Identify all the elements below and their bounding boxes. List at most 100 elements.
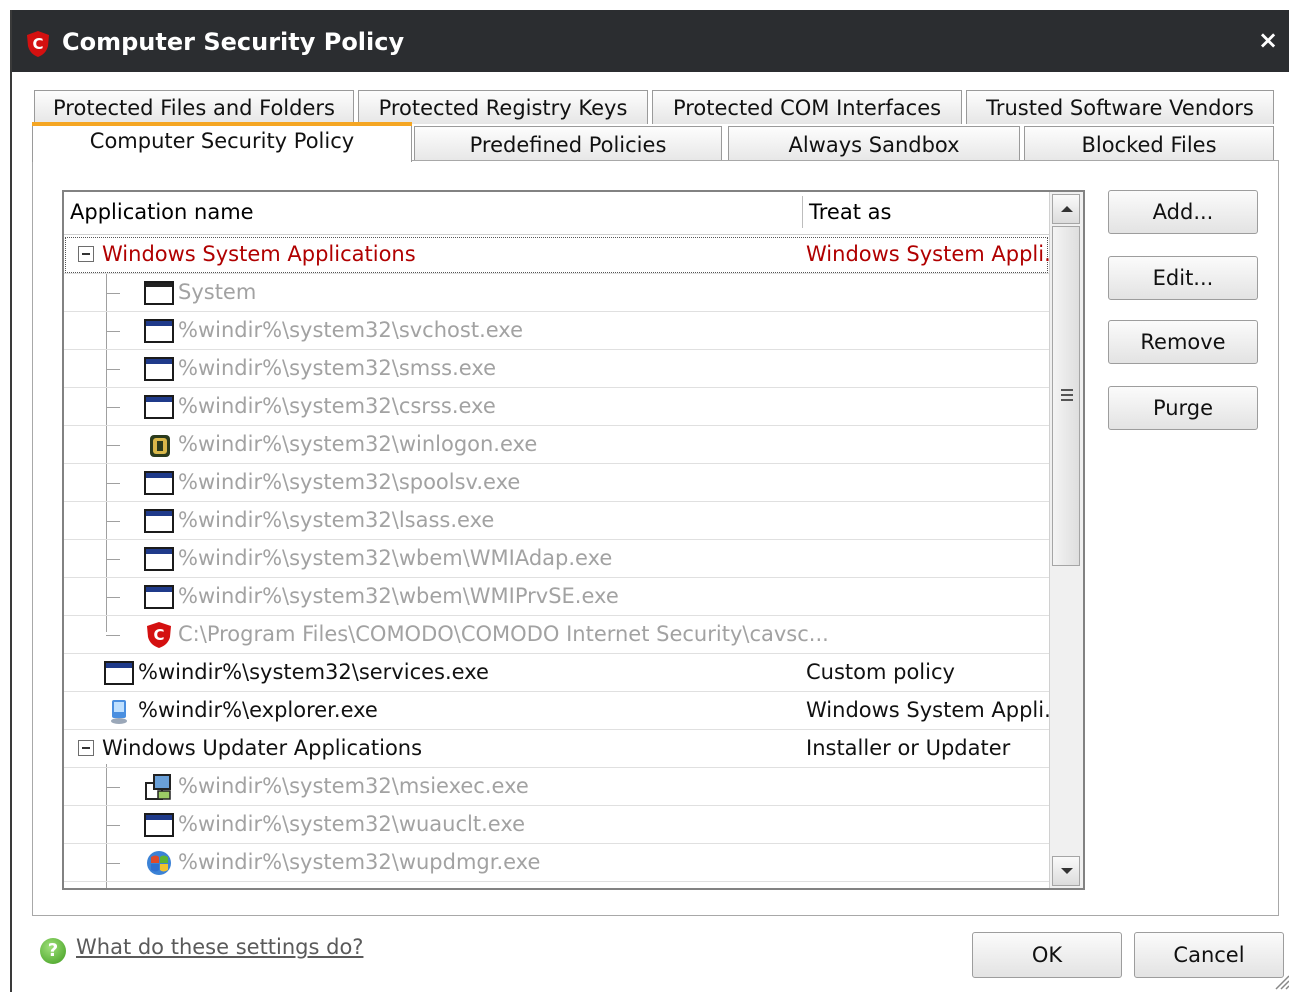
grip-icon <box>1061 394 1073 396</box>
row-treat-as: Custom policy <box>806 660 955 684</box>
row-name: %windir%\system32\csrss.exe <box>178 394 496 418</box>
arrow-up-icon <box>1061 206 1073 212</box>
tree-line <box>106 635 120 636</box>
explorer-icon <box>111 700 127 724</box>
table-row[interactable]: %windir%\system32\wupdmgr.exe <box>64 844 1049 882</box>
table-row-group-windows-updater[interactable]: Windows Updater Applications Installer o… <box>64 730 1049 768</box>
tree-line <box>106 369 120 370</box>
row-name: %windir%\system32\smss.exe <box>178 356 497 380</box>
table-row[interactable]: %windir%\system32\wbem\WMIAdap.exe <box>64 540 1049 578</box>
tree-line <box>106 293 120 294</box>
tab-trusted-software-vendors[interactable]: Trusted Software Vendors <box>966 90 1274 124</box>
cancel-button[interactable]: Cancel <box>1134 932 1284 978</box>
collapse-toggle-icon[interactable] <box>78 740 94 756</box>
row-name: %windir%\system32\lsass.exe <box>178 508 495 532</box>
tree-line <box>106 521 120 522</box>
column-separator[interactable] <box>802 196 803 228</box>
close-button[interactable]: × <box>1258 26 1278 54</box>
table-row[interactable]: %windir%\system32\lsass.exe <box>64 502 1049 540</box>
grip-icon <box>1061 399 1073 401</box>
row-treat-as: Windows System Appli... <box>806 698 1065 722</box>
tab-computer-security-policy[interactable]: Computer Security Policy <box>32 122 412 162</box>
row-name: Windows System Applications <box>102 242 416 266</box>
tab-protected-com-interfaces[interactable]: Protected COM Interfaces <box>652 90 962 124</box>
row-name: %windir%\explorer.exe <box>138 698 378 722</box>
table-row[interactable]: %windir%\system32\smss.exe <box>64 350 1049 388</box>
vertical-scrollbar[interactable] <box>1049 192 1083 888</box>
row-name: C:\Program Files\COMODO\COMODO Internet … <box>178 622 829 646</box>
row-name: %windir%\system32\services.exe <box>138 660 489 684</box>
collapse-toggle-icon[interactable] <box>78 246 94 262</box>
resize-grip-icon[interactable] <box>1272 972 1289 990</box>
app-window-icon <box>144 509 174 533</box>
tab-protected-files-and-folders[interactable]: Protected Files and Folders <box>34 90 354 124</box>
table-row[interactable]: %windir%\system32\wuauclt.exe <box>64 806 1049 844</box>
security-policy-dialog: C Computer Security Policy × Protected F… <box>10 10 1289 992</box>
purge-button[interactable]: Purge <box>1108 386 1258 430</box>
tree-line <box>106 559 120 560</box>
table-row[interactable]: %windir%\system32\services.exe Custom po… <box>64 654 1049 692</box>
column-application-name[interactable]: Application name <box>70 200 254 224</box>
comodo-logo-icon: C <box>27 31 49 57</box>
table-row[interactable]: %windir%\system32\wbem\WMIPrvSE.exe <box>64 578 1049 616</box>
edit-button[interactable]: Edit... <box>1108 256 1258 300</box>
tab-always-sandbox[interactable]: Always Sandbox <box>728 126 1020 162</box>
row-name: %windir%\system32\spoolsv.exe <box>178 470 521 494</box>
app-window-icon <box>144 357 174 381</box>
app-window-icon <box>144 585 174 609</box>
tree-line <box>106 445 120 446</box>
scroll-down-button[interactable] <box>1052 856 1080 886</box>
scroll-thumb[interactable] <box>1052 226 1080 566</box>
row-treat-as: Installer or Updater <box>806 736 1011 760</box>
remove-button[interactable]: Remove <box>1108 320 1258 364</box>
table-row[interactable]: %windir%\explorer.exe Windows System App… <box>64 692 1064 730</box>
row-name: %windir%\system32\wbem\WMIPrvSE.exe <box>178 584 619 608</box>
app-window-icon <box>144 813 174 837</box>
svg-text:C: C <box>32 35 43 53</box>
tab-protected-registry-keys[interactable]: Protected Registry Keys <box>358 90 648 124</box>
row-name: System <box>178 280 257 304</box>
row-name: %windir%\system32\wupdmgr.exe <box>178 850 541 874</box>
table-row[interactable]: %windir%\system32\csrss.exe <box>64 388 1049 426</box>
app-window-icon <box>104 661 134 685</box>
app-window-icon <box>144 547 174 571</box>
comodo-shield-icon: C <box>147 622 171 648</box>
app-window-icon <box>144 319 174 343</box>
arrow-down-icon <box>1061 868 1073 874</box>
table-row[interactable]: %windir%\system32\winlogon.exe <box>64 426 1049 464</box>
column-treat-as[interactable]: Treat as <box>809 200 891 224</box>
row-name: %windir%\system32\wbem\WMIAdap.exe <box>178 546 613 570</box>
row-name: %windir%\system32\msiexec.exe <box>178 774 529 798</box>
row-treat-as: Windows System Appli... <box>806 242 1065 266</box>
tree-line <box>106 407 120 408</box>
grip-icon <box>1061 389 1073 391</box>
app-window-icon <box>144 395 174 419</box>
tree-line <box>106 331 120 332</box>
table-row[interactable]: %windir%\system32\msiexec.exe <box>64 768 1049 806</box>
table-row[interactable]: C C:\Program Files\COMODO\COMODO Interne… <box>64 616 1049 654</box>
app-window-icon <box>144 471 174 495</box>
tree-line <box>106 483 120 484</box>
tree-line <box>106 597 120 598</box>
application-list: Application name Treat as Windows System… <box>62 190 1085 890</box>
add-button[interactable]: Add... <box>1108 190 1258 234</box>
row-name: Windows Updater Applications <box>102 736 423 760</box>
table-row-group-windows-system[interactable]: Windows System Applications Windows Syst… <box>64 236 1064 274</box>
table-row[interactable]: %windir%\system32\spoolsv.exe <box>64 464 1049 502</box>
svg-text:C: C <box>153 626 164 644</box>
table-row[interactable]: %windir%\system32\svchost.exe <box>64 312 1049 350</box>
tab-blocked-files[interactable]: Blocked Files <box>1024 126 1274 162</box>
scroll-up-button[interactable] <box>1052 194 1080 224</box>
row-name: %windir%\system32\svchost.exe <box>178 318 523 342</box>
tree-line <box>106 863 120 864</box>
winlogon-icon <box>150 435 170 457</box>
ok-button[interactable]: OK <box>972 932 1122 978</box>
windows-update-icon <box>147 851 171 875</box>
tree-line <box>106 787 120 788</box>
list-header: Application name Treat as <box>64 192 1049 235</box>
table-row[interactable]: System <box>64 274 1049 312</box>
window-title: Computer Security Policy <box>62 28 405 56</box>
tab-predefined-policies[interactable]: Predefined Policies <box>414 126 722 162</box>
help-link[interactable]: What do these settings do? <box>76 935 363 959</box>
tree-line <box>106 825 120 826</box>
